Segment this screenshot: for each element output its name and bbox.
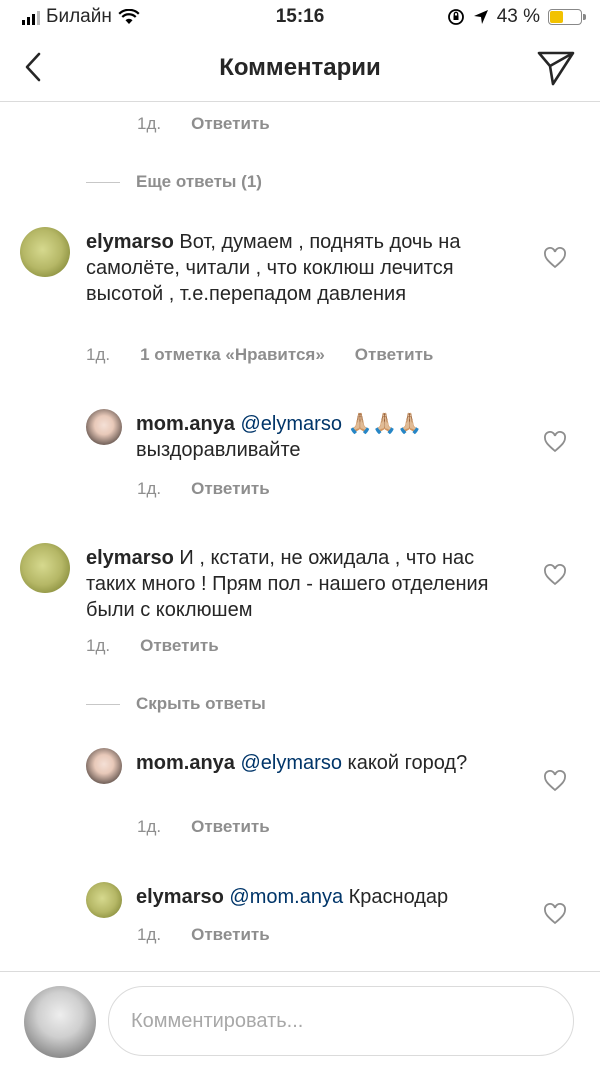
heart-icon[interactable] (543, 903, 567, 925)
avatar[interactable] (86, 409, 122, 445)
comment-meta: 1д. Ответить (86, 636, 219, 656)
avatar[interactable] (20, 227, 70, 277)
comment-composer (0, 971, 600, 1066)
battery-icon (548, 9, 586, 25)
reply-comment: mom.anya @elymarso 🙏🏼🙏🏼🙏🏼 выздоравливайт… (86, 409, 576, 479)
comment-meta: 1д. Ответить (137, 114, 270, 134)
comment-text: mom.anya @elymarso какой город? (136, 750, 496, 776)
avatar (24, 986, 96, 1058)
comment-username[interactable]: elymarso (86, 231, 174, 253)
paper-plane-icon[interactable] (536, 48, 576, 88)
reply-button[interactable]: Ответить (191, 114, 270, 134)
comment-text: elymarso Вот, думаем , поднять дочь на с… (86, 229, 506, 307)
reply-button[interactable]: Ответить (191, 817, 270, 837)
comment-username[interactable]: elymarso (86, 547, 174, 569)
comment-time: 1д. (137, 925, 162, 944)
orientation-lock-icon (447, 9, 464, 25)
divider-line (86, 703, 120, 705)
comment-time: 1д. (137, 479, 162, 498)
comment-meta: 1д. Ответить (137, 479, 270, 499)
comment-body: Краснодар (348, 886, 449, 908)
status-bar: Билайн 15:16 43 % (0, 0, 600, 36)
comment-input[interactable] (108, 986, 574, 1056)
comment-text: elymarso И , кстати, не ожидала , что на… (86, 545, 506, 623)
comment-username[interactable]: mom.anya (136, 413, 235, 435)
battery-fill (550, 11, 563, 23)
comment-meta: 1д. Ответить (137, 817, 270, 837)
mention-link[interactable]: @mom.anya (229, 886, 343, 908)
comment-text: elymarso @mom.anya Краснодар (136, 884, 536, 910)
reply-button[interactable]: Ответить (355, 345, 434, 365)
status-right: 43 % (447, 6, 586, 28)
emoji: 🙏🏼🙏🏼🙏🏼 (347, 413, 423, 435)
reply-comment: mom.anya @elymarso какой город? (86, 748, 576, 818)
comment-time: 1д. (137, 114, 162, 133)
comment-body: выздоравливайте (136, 439, 301, 461)
comment-text: mom.anya @elymarso 🙏🏼🙏🏼🙏🏼 выздоравливайт… (136, 411, 496, 463)
comment-time: 1д. (137, 817, 162, 836)
heart-icon[interactable] (543, 770, 567, 792)
reply-button[interactable]: Ответить (191, 925, 270, 945)
reply-button[interactable]: Ответить (191, 479, 270, 499)
comment-meta: 1д. 1 отметка «Нравится» Ответить (86, 345, 433, 365)
reply-comment: elymarso @mom.anya Краснодар (86, 882, 576, 922)
avatar[interactable] (20, 543, 70, 593)
hide-replies-toggle[interactable]: Скрыть ответы (86, 694, 266, 714)
avatar[interactable] (86, 882, 122, 918)
comment-body: какой город? (347, 752, 468, 774)
comment-time: 1д. (86, 345, 111, 364)
heart-icon[interactable] (543, 564, 567, 586)
mention-link[interactable]: @elymarso (241, 752, 342, 774)
comment: elymarso И , кстати, не ожидала , что на… (20, 543, 580, 643)
more-replies-label: Еще ответы (1) (136, 172, 262, 191)
reply-button[interactable]: Ответить (140, 636, 219, 656)
header: Комментарии (0, 36, 600, 102)
location-arrow-icon (473, 10, 488, 24)
likes-count[interactable]: 1 отметка «Нравится» (140, 345, 325, 365)
heart-icon[interactable] (543, 431, 567, 453)
page-title: Комментарии (219, 54, 381, 81)
battery-percent: 43 % (496, 6, 540, 27)
divider-line (86, 181, 120, 183)
comment-time: 1д. (86, 636, 111, 655)
mention-link[interactable]: @elymarso (241, 413, 342, 435)
more-replies-toggle[interactable]: Еще ответы (1) (86, 172, 262, 192)
comments-list: 1д. Ответить Еще ответы (1) elymarso Вот… (0, 103, 600, 971)
comment-username[interactable]: mom.anya (136, 752, 235, 774)
comment-username[interactable]: elymarso (136, 886, 224, 908)
heart-icon[interactable] (543, 247, 567, 269)
avatar[interactable] (86, 748, 122, 784)
hide-replies-label: Скрыть ответы (136, 694, 266, 713)
comment-meta: 1д. Ответить (137, 925, 270, 945)
